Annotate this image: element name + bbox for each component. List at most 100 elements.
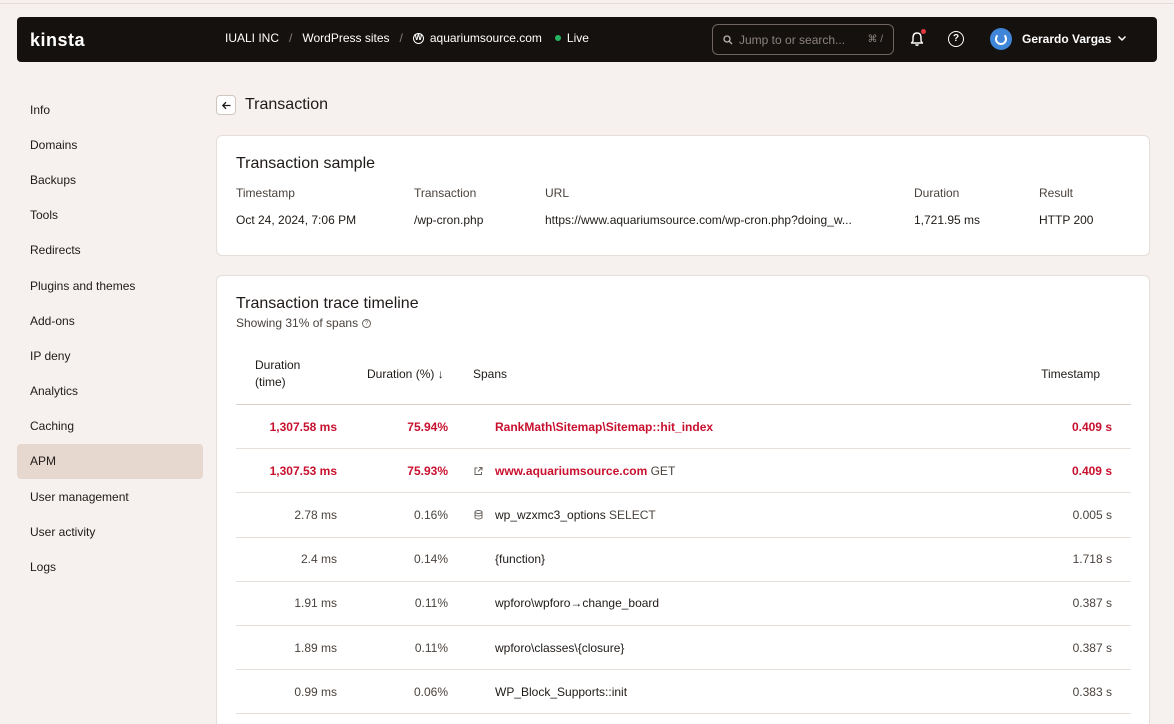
row-duration-percent: 0.16% [413,507,448,522]
transaction-label: Transaction [414,186,477,200]
row-span-name: RankMath\Sitemap\Sitemap::hit_index [495,419,714,434]
row-duration: 1.91 ms [294,596,337,611]
question-icon[interactable]: ? [362,318,372,328]
column-timestamp: Timestamp [1041,367,1100,381]
row-timestamp: 0.005 s [1072,507,1112,522]
sidebar-item-apm[interactable]: APM [17,443,203,480]
live-status-label: Live [566,31,589,45]
row-timestamp: 1.718 s [1072,552,1112,567]
kinsta-logo[interactable]: kinsta [30,30,85,51]
column-duration-time-line1: Duration [255,358,301,372]
row-timestamp: 0.383 s [1072,684,1112,699]
sidebar-item-user-management[interactable]: User management [17,479,203,514]
chevron-down-icon[interactable] [1116,32,1128,44]
card-title: Transaction sample [236,155,376,172]
result-label: Result [1039,186,1074,200]
search-box[interactable]: ⌘ / [712,24,894,55]
top-divider [0,3,1174,4]
column-duration-time[interactable]: Duration (time) [255,357,300,391]
row-timestamp: 0.387 s [1072,640,1112,655]
column-duration-percent[interactable]: Duration (%) ↓ [367,367,444,381]
breadcrumb-site[interactable]: aquariumsource.com [430,31,542,45]
user-name[interactable]: Gerardo Vargas [1022,32,1111,46]
span-method: SELECT [605,507,656,522]
sidebar-item-add-ons[interactable]: Add-ons [17,303,203,338]
duration-label: Duration [914,186,960,200]
span-table: wp_wzxmc3_options [495,507,606,522]
sidebar-item-redirects[interactable]: Redirects [17,233,203,268]
table-row[interactable]: 1,307.53 ms 75.93% www.aquariumsource.co… [236,449,1131,494]
card-title: Transaction trace timeline [236,295,419,312]
table-row[interactable]: 1.91 ms 0.11% wpforo\wpforo→change_board… [236,582,1131,626]
span-method: GET [647,463,676,478]
table-header: Duration (time) Duration (%) ↓ Spans Tim… [236,346,1131,405]
column-spans: Spans [473,367,508,381]
sidebar-item-backups[interactable]: Backups [17,162,203,197]
table-row[interactable]: 2.78 ms 0.16% wp_wzxmc3_options SELECT 0… [236,493,1131,538]
row-duration-percent: 0.06% [413,684,448,699]
search-shortcut: ⌘ / [867,34,883,45]
transaction-value: /wp-cron.php [414,213,484,227]
external-link-icon [474,466,483,475]
breadcrumb: IUALI INC / WordPress sites / W aquarium… [225,31,589,45]
row-duration: 1,307.58 ms [269,419,337,434]
result-value: HTTP 200 [1039,213,1094,227]
help-icon[interactable]: ? [948,31,964,47]
duration-value: 1,721.95 ms [914,213,981,227]
row-duration-percent: 75.94% [407,419,448,434]
page-title: Transaction [245,96,328,113]
table-row[interactable]: 1.89 ms 0.11% wpforo\classes\{closure} 0… [236,626,1131,671]
row-duration-percent: 0.14% [413,552,448,567]
search-input[interactable] [739,32,849,47]
span-host[interactable]: www.aquariumsource.com [495,464,647,478]
sidebar-item-user-activity[interactable]: User activity [17,514,203,549]
row-span-name: wpforo\classes\{closure} [495,640,625,655]
site-sidebar: Info Domains Backups Tools Redirects Plu… [17,92,203,585]
row-span-name: WP_Block_Supports::init [495,684,628,699]
sidebar-item-plugins-and-themes[interactable]: Plugins and themes [17,268,203,303]
table-row[interactable]: 2.4 ms 0.14% {function} 1.718 s [236,538,1131,582]
wordpress-icon: W [412,32,424,44]
power-icon [995,33,1007,45]
row-duration-percent: 0.11% [414,640,448,655]
top-navigation-bar: kinsta IUALI INC / WordPress sites / W a… [17,17,1157,62]
transaction-sample-card: Transaction sample Timestamp Transaction… [216,135,1150,256]
row-span-name: wpforo\wpforo→change_board [495,596,660,611]
timestamp-value: Oct 24, 2024, 7:06 PM [236,213,357,227]
avatar[interactable] [990,28,1012,50]
table-row[interactable]: 1,307.58 ms 75.94% RankMath\Sitemap\Site… [236,405,1131,450]
sidebar-item-analytics[interactable]: Analytics [17,374,203,409]
spans-subtitle-text: Showing 31% of spans [236,316,359,330]
arrow-left-icon [221,101,230,109]
sidebar-item-tools[interactable]: Tools [17,198,203,233]
row-duration: 1.89 ms [294,640,337,655]
row-span-name: wp_wzxmc3_options SELECT [495,508,656,522]
row-duration: 2.4 ms [300,552,337,567]
row-duration: 1,307.53 ms [269,463,337,478]
breadcrumb-company[interactable]: IUALI INC [225,31,279,45]
breadcrumb-wordpress-sites[interactable]: WordPress sites [302,31,389,45]
spans-subtitle: Showing 31% of spans ? [236,316,372,330]
sidebar-item-caching[interactable]: Caching [17,409,203,444]
sidebar-item-info[interactable]: Info [17,92,203,127]
row-duration: 2.78 ms [294,507,337,522]
row-timestamp: 0.409 s [1071,463,1112,478]
sidebar-item-domains[interactable]: Domains [17,127,203,162]
table-row[interactable]: 0.99 ms 0.06% WP_Block_Supports::init 0.… [236,670,1131,715]
back-button[interactable] [216,95,236,115]
search-icon [723,34,733,44]
row-span-name: {function} [495,552,546,567]
row-duration: 0.99 ms [294,684,337,699]
sidebar-item-ip-deny[interactable]: IP deny [17,338,203,373]
database-icon [474,509,483,520]
live-status-dot [554,35,561,41]
row-timestamp: 0.387 s [1072,596,1112,611]
notification-badge [921,29,926,34]
column-duration-time-line2: (time) [255,375,286,389]
url-label: URL [545,186,570,200]
url-value: https://www.aquariumsource.com/wp-cron.p… [545,213,852,227]
sidebar-item-logs[interactable]: Logs [17,549,203,584]
trace-table: Duration (time) Duration (%) ↓ Spans Tim… [236,346,1131,715]
breadcrumb-separator: / [289,31,293,45]
row-timestamp: 0.409 s [1071,419,1112,434]
